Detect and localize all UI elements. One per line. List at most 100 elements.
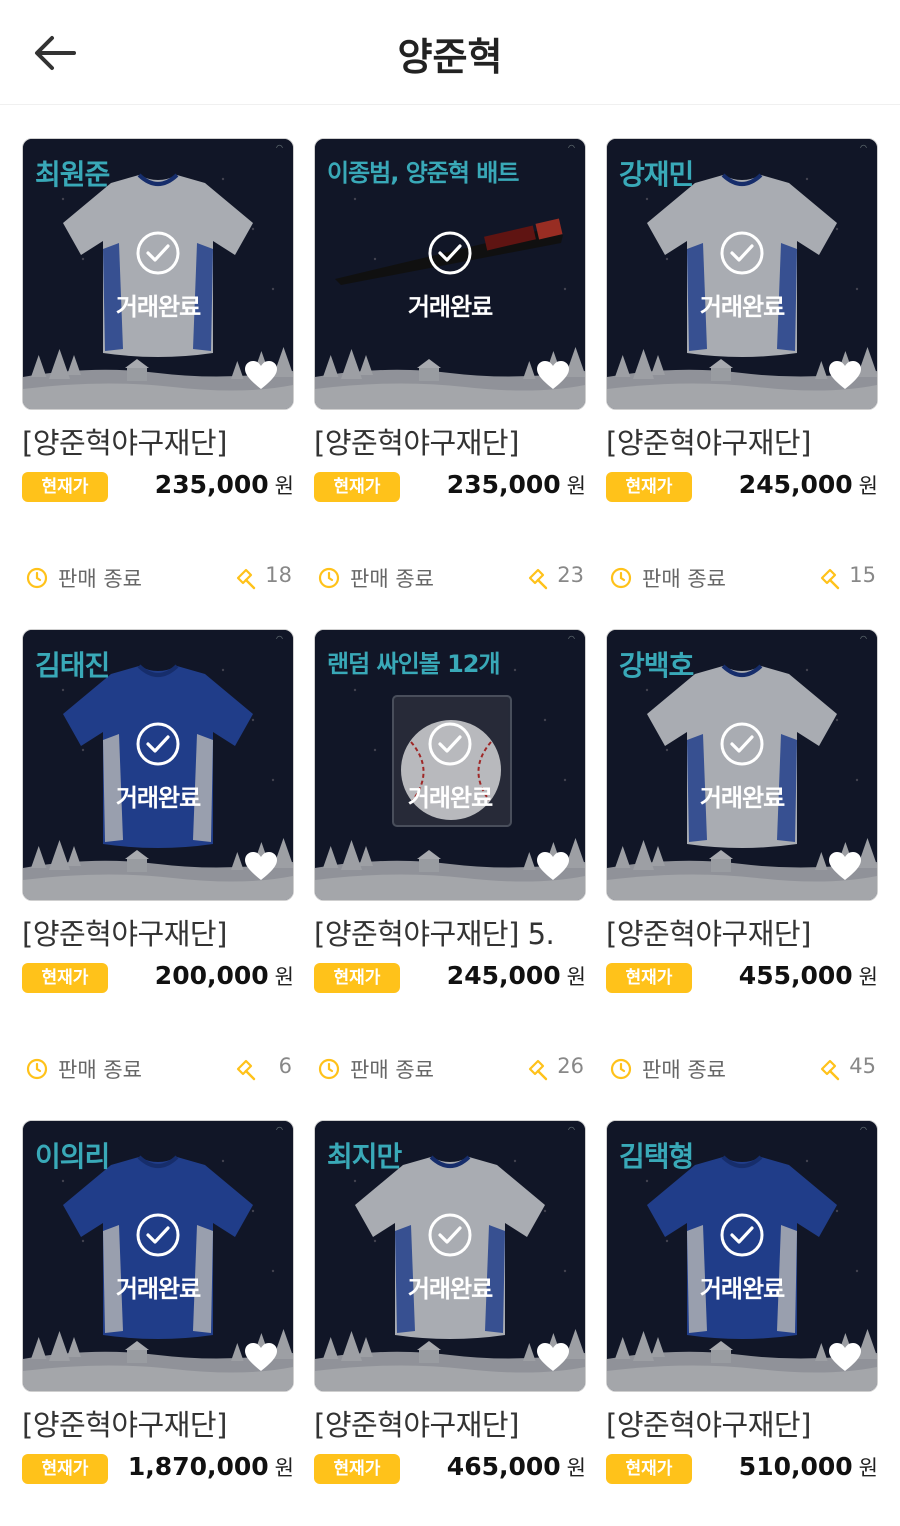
current-price-badge: 현재가 [22,963,108,993]
currency-unit: 원 [566,965,586,989]
price-value: 465,000 [446,1452,561,1481]
price-value: 200,000 [154,961,269,990]
product-card[interactable]: ◠ 김태진 거래완료 [양준혁야구재단] 현재가 200,000 원 [22,629,294,997]
currency-unit: 원 [274,965,294,989]
current-price-badge: 현재가 [314,963,400,993]
shop-name: [양준혁야구재단] [22,426,227,460]
auction-meta: 판매 종료 45 [606,1054,878,1084]
clock-icon [26,567,48,589]
shop-name: [양준혁야구재단] 5. [314,917,555,951]
product-thumbnail[interactable]: ◠ 최원준 거래완료 [22,138,294,410]
sold-label: 거래완료 [407,1275,493,1303]
product-thumbnail[interactable]: ◠ 이의리 거래완료 [22,1120,294,1392]
price-row: 현재가 245,000 원 [314,961,586,997]
product-card[interactable]: ◠ 최원준 거래완료 [양준혁야구재단] 현재가 235,000 원 [22,138,294,506]
sold-label: 거래완료 [407,784,493,812]
price-value: 235,000 [154,470,269,499]
heart-icon[interactable] [243,359,279,391]
product-thumbnail[interactable]: ◠ 강재민 거래완료 [606,138,878,410]
product-thumbnail[interactable]: ◠ 강백호 거래완료 [606,629,878,901]
check-circle-icon [427,1212,473,1258]
currency-unit: 원 [274,1456,294,1480]
product-card[interactable]: ◠ 최지만 거래완료 [양준혁야구재단] 현재가 465,000 원 [314,1120,586,1488]
price-row: 현재가 245,000 원 [606,470,878,506]
current-price-badge: 현재가 [314,472,400,502]
price-value: 235,000 [446,470,561,499]
product-thumbnail[interactable]: ◠ 랜덤 싸인볼 12개 거래완료 [314,629,586,901]
player-name: 이종범, 양준혁 배트 [327,159,519,187]
price: 510,000 원 [739,1452,878,1482]
shop-name: [양준혁야구재단] [606,917,811,951]
sale-status: 판매 종료 [350,1058,434,1082]
auction-meta: 판매 종료 23 [314,563,586,593]
sold-label: 거래완료 [115,293,201,321]
current-price-badge: 현재가 [606,472,692,502]
auction-meta: 판매 종료 6 [22,1054,294,1084]
heart-icon[interactable] [827,850,863,882]
player-name: 최지만 [327,1140,402,1173]
sold-label: 거래완료 [115,784,201,812]
current-price-badge: 현재가 [22,472,108,502]
player-name: 김태진 [35,649,110,682]
product-card[interactable]: ◠ 강재민 거래완료 [양준혁야구재단] 현재가 245,000 원 [606,138,878,506]
price: 465,000 원 [447,1452,586,1482]
player-name: 강재민 [619,158,694,191]
check-circle-icon [135,721,181,767]
price: 235,000 원 [447,470,586,500]
price-row: 현재가 510,000 원 [606,1452,878,1488]
page-title: 양준혁 [397,35,503,79]
check-circle-icon [135,1212,181,1258]
sale-status: 판매 종료 [350,567,434,591]
shop-name: [양준혁야구재단] [22,917,227,951]
price: 235,000 원 [155,470,294,500]
price: 245,000 원 [447,961,586,991]
player-name: 김택형 [619,1140,694,1173]
product-card[interactable]: ◠ 강백호 거래완료 [양준혁야구재단] 현재가 455,000 원 [606,629,878,997]
price: 200,000 원 [155,961,294,991]
product-thumbnail[interactable]: ◠ 김택형 거래완료 [606,1120,878,1392]
bid-hammer-icon [526,566,550,590]
price-value: 1,870,000 [127,1452,269,1481]
currency-unit: 원 [858,474,878,498]
heart-icon[interactable] [535,359,571,391]
sold-label: 거래완료 [407,293,493,321]
bid-hammer-icon [526,1057,550,1081]
product-thumbnail[interactable]: ◠ 이종범, 양준혁 배트 거래완료 [314,138,586,410]
sold-label: 거래완료 [115,1275,201,1303]
bid-hammer-icon [818,566,842,590]
product-card[interactable]: ◠ 이종범, 양준혁 배트 거래완료 [양준혁야구재단] 현재가 235,000 원 [314,138,586,506]
auction-meta: 판매 종료 26 [314,1054,586,1084]
heart-icon[interactable] [243,1341,279,1373]
product-thumbnail[interactable]: ◠ 최지만 거래완료 [314,1120,586,1392]
clock-icon [318,567,340,589]
check-circle-icon [427,721,473,767]
auction-meta: 판매 종료 18 [22,563,294,593]
check-circle-icon [719,721,765,767]
heart-icon[interactable] [535,850,571,882]
shop-name: [양준혁야구재단] [314,1408,519,1442]
bid-count: 6 [278,1054,292,1078]
price: 455,000 원 [739,961,878,991]
price-value: 245,000 [738,470,853,499]
bid-hammer-icon [234,1057,258,1081]
bid-count: 15 [849,563,876,587]
bid-count: 45 [849,1054,876,1078]
bid-hammer-icon [234,566,258,590]
sale-status: 판매 종료 [642,567,726,591]
price-row: 현재가 1,870,000 원 [22,1452,294,1488]
check-circle-icon [719,1212,765,1258]
player-name: 이의리 [35,1140,110,1173]
product-card[interactable]: ◠ 김택형 거래완료 [양준혁야구재단] 현재가 510,000 원 [606,1120,878,1488]
product-card[interactable]: ◠ 이의리 거래완료 [양준혁야구재단] 현재가 1,870,000 원 [22,1120,294,1488]
product-card[interactable]: ◠ 랜덤 싸인볼 12개 거래완료 [양준혁야구재단] 5. 현재가 245,000 원 [314,629,586,997]
heart-icon[interactable] [827,1341,863,1373]
heart-icon[interactable] [535,1341,571,1373]
heart-icon[interactable] [243,850,279,882]
product-thumbnail[interactable]: ◠ 김태진 거래완료 [22,629,294,901]
shop-name: [양준혁야구재단] [606,426,811,460]
bid-count: 26 [557,1054,584,1078]
price-value: 245,000 [446,961,561,990]
current-price-badge: 현재가 [606,963,692,993]
shop-name: [양준혁야구재단] [22,1408,227,1442]
heart-icon[interactable] [827,359,863,391]
